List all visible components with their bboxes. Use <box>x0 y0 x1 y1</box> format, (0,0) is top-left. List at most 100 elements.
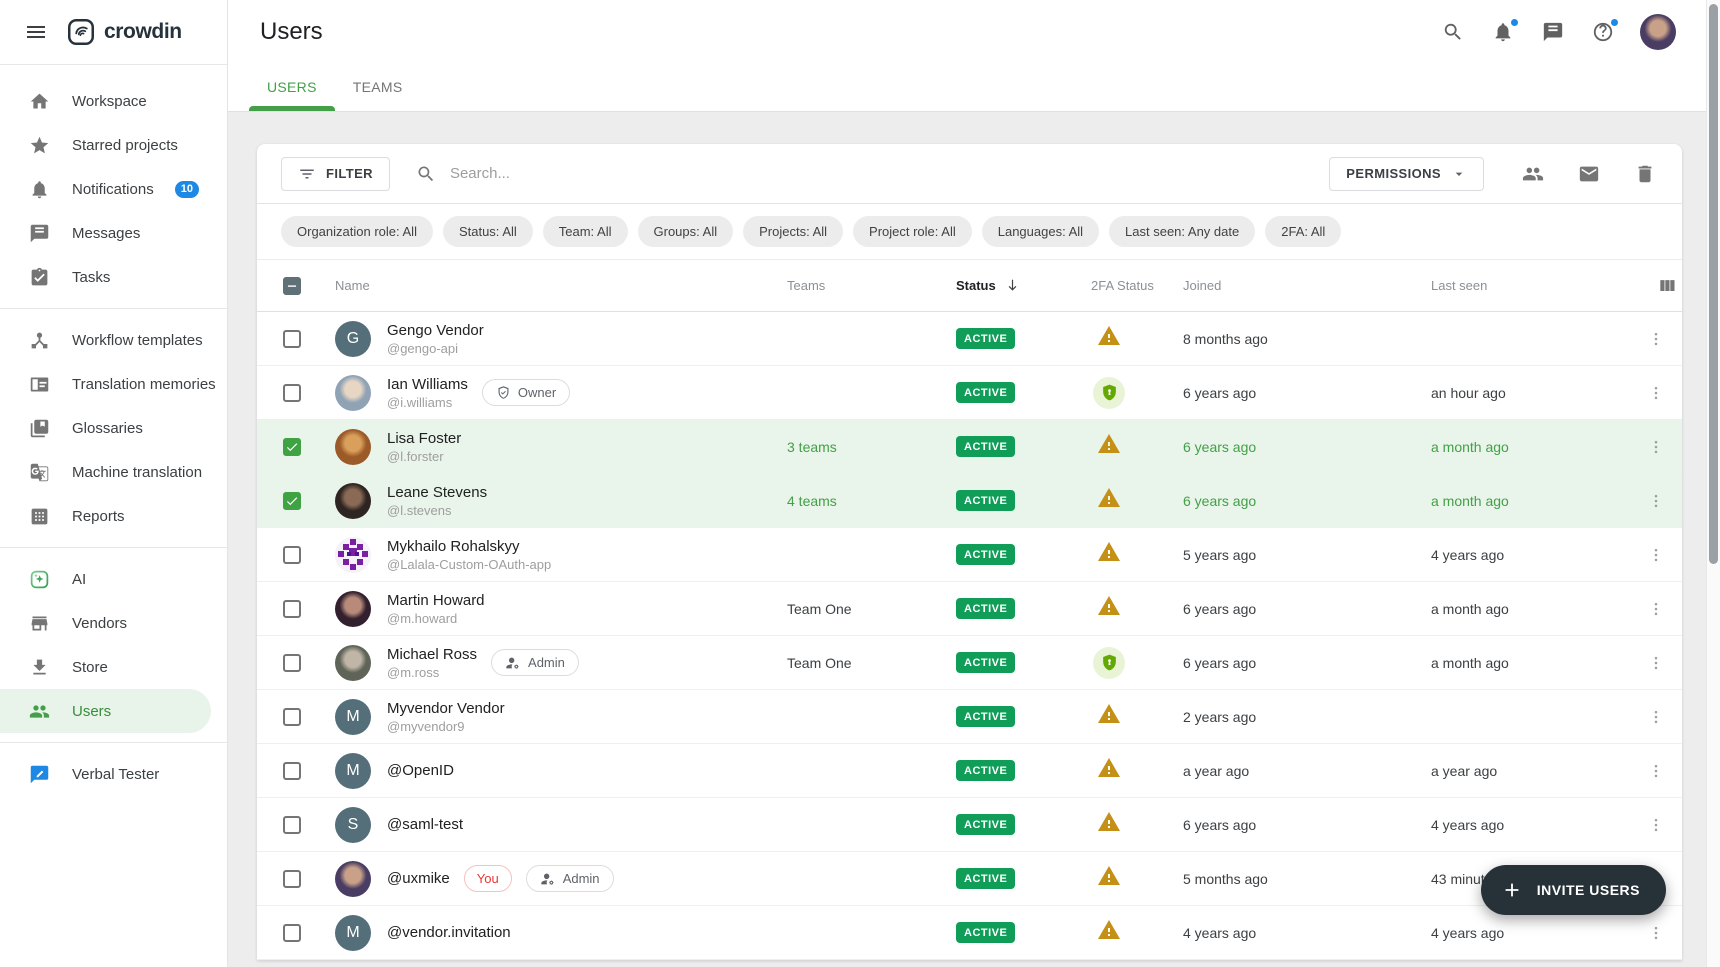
row-checkbox[interactable] <box>283 330 301 348</box>
row-menu-button[interactable] <box>1642 595 1670 623</box>
sidebar-item-tasks[interactable]: Tasks <box>0 255 227 299</box>
select-all-checkbox[interactable] <box>283 277 301 295</box>
help-icon[interactable] <box>1590 19 1616 45</box>
user-cell: M@OpenID <box>313 753 787 789</box>
user-name[interactable]: Martin Howard <box>387 591 485 610</box>
sidebar-item-glossaries[interactable]: Glossaries <box>0 406 227 450</box>
sidebar-item-reports[interactable]: Reports <box>0 494 227 538</box>
permissions-dropdown[interactable]: PERMISSIONS <box>1329 157 1484 191</box>
sidebar-item-workflow-templates[interactable]: Workflow templates <box>0 318 227 362</box>
search-input[interactable] <box>450 165 870 182</box>
row-checkbox[interactable] <box>283 816 301 834</box>
row-checkbox[interactable] <box>283 600 301 618</box>
filter-chip[interactable]: Projects: All <box>743 216 843 247</box>
filter-chip[interactable]: Team: All <box>543 216 628 247</box>
sidebar-item-translation-memories[interactable]: Translation memories <box>0 362 227 406</box>
column-header-2fa[interactable]: 2FA Status <box>1091 278 1183 293</box>
row-menu-button[interactable] <box>1642 433 1670 461</box>
row-checkbox[interactable] <box>283 762 301 780</box>
main-area: Users USERSTEAMS FILTER <box>228 0 1720 967</box>
user-name[interactable]: Lisa Foster <box>387 429 461 448</box>
table-row: M@vendor.invitationACTIVE4 years ago4 ye… <box>257 906 1682 960</box>
column-header-joined[interactable]: Joined <box>1183 278 1431 293</box>
sidebar-item-vendors[interactable]: Vendors <box>0 601 227 645</box>
chat-icon[interactable] <box>1540 19 1566 45</box>
sidebar-item-starred-projects[interactable]: Starred projects <box>0 123 227 167</box>
columns-settings-icon[interactable] <box>1654 273 1680 299</box>
add-to-team-icon[interactable] <box>1520 161 1546 187</box>
user-name[interactable]: Ian Williams <box>387 375 468 394</box>
filter-chip[interactable]: Organization role: All <box>281 216 433 247</box>
user-name[interactable]: @vendor.invitation <box>387 923 511 942</box>
teams-cell[interactable]: Team One <box>787 601 956 617</box>
filter-chip[interactable]: 2FA: All <box>1265 216 1341 247</box>
row-checkbox[interactable] <box>283 924 301 942</box>
row-checkbox[interactable] <box>283 438 301 456</box>
email-icon[interactable] <box>1576 161 1602 187</box>
user-name[interactable]: Myvendor Vendor <box>387 699 505 718</box>
row-checkbox[interactable] <box>283 492 301 510</box>
sidebar-item-notifications[interactable]: Notifications10 <box>0 167 227 211</box>
column-header-teams[interactable]: Teams <box>787 278 956 293</box>
teams-cell[interactable]: 4 teams <box>787 493 956 509</box>
menu-icon[interactable] <box>22 18 50 46</box>
user-name[interactable]: @saml-test <box>387 815 463 834</box>
filter-chip[interactable]: Last seen: Any date <box>1109 216 1255 247</box>
filter-chip[interactable]: Project role: All <box>853 216 972 247</box>
sidebar-item-users[interactable]: Users <box>0 689 211 733</box>
tab-users[interactable]: USERS <box>249 63 335 111</box>
row-menu-button[interactable] <box>1642 757 1670 785</box>
avatar <box>335 375 371 411</box>
sidebar-item-workspace[interactable]: Workspace <box>0 79 227 123</box>
row-checkbox-cell <box>257 924 313 942</box>
bell-icon[interactable] <box>1490 19 1516 45</box>
row-menu-button[interactable] <box>1642 811 1670 839</box>
row-menu-button[interactable] <box>1642 649 1670 677</box>
user-name[interactable]: Mykhailo Rohalskyy <box>387 537 551 556</box>
sidebar-item-messages[interactable]: Messages <box>0 211 227 255</box>
row-menu-button[interactable] <box>1642 919 1670 947</box>
sidebar-item-ai[interactable]: AI <box>0 557 227 601</box>
row-checkbox-cell <box>257 708 313 726</box>
row-menu-button[interactable] <box>1642 541 1670 569</box>
sidebar-item-verbal-tester[interactable]: Verbal Tester <box>0 752 227 796</box>
user-avatar[interactable] <box>1640 14 1676 50</box>
teams-cell[interactable]: 3 teams <box>787 439 956 455</box>
row-menu-button[interactable] <box>1642 325 1670 353</box>
last-seen-cell: a month ago <box>1431 439 1642 455</box>
content: FILTER PERMISSIONS <box>228 112 1720 967</box>
row-checkbox[interactable] <box>283 384 301 402</box>
row-menu-button[interactable] <box>1642 703 1670 731</box>
filter-button[interactable]: FILTER <box>281 157 390 191</box>
column-header-last-seen[interactable]: Last seen <box>1431 278 1642 293</box>
filter-chip[interactable]: Status: All <box>443 216 533 247</box>
filter-chip[interactable]: Groups: All <box>638 216 734 247</box>
column-header-status[interactable]: Status <box>956 277 1091 294</box>
row-checkbox[interactable] <box>283 708 301 726</box>
user-name[interactable]: Michael Ross <box>387 645 477 664</box>
row-checkbox[interactable] <box>283 546 301 564</box>
avatar <box>335 429 371 465</box>
delete-icon[interactable] <box>1632 161 1658 187</box>
search-icon[interactable] <box>1440 19 1466 45</box>
user-name[interactable]: Gengo Vendor <box>387 321 484 340</box>
shield-check-icon <box>496 385 511 400</box>
invite-users-button[interactable]: INVITE USERS <box>1481 865 1666 915</box>
tab-teams[interactable]: TEAMS <box>335 63 421 111</box>
sidebar: crowdin WorkspaceStarred projectsNotific… <box>0 0 228 967</box>
row-checkbox[interactable] <box>283 654 301 672</box>
row-checkbox[interactable] <box>283 870 301 888</box>
row-menu-button[interactable] <box>1642 487 1670 515</box>
admin-badge: Admin <box>526 865 614 892</box>
row-menu-button[interactable] <box>1642 379 1670 407</box>
user-name[interactable]: Leane Stevens <box>387 483 487 502</box>
filter-chip[interactable]: Languages: All <box>982 216 1099 247</box>
crowdin-logo[interactable]: crowdin <box>66 17 182 47</box>
sidebar-item-machine-translation[interactable]: Machine translation <box>0 450 227 494</box>
scrollbar-thumb[interactable] <box>1709 4 1718 564</box>
sidebar-item-store[interactable]: Store <box>0 645 227 689</box>
user-name[interactable]: @OpenID <box>387 761 454 780</box>
teams-cell[interactable]: Team One <box>787 655 956 671</box>
user-name[interactable]: @uxmike <box>387 869 450 888</box>
column-header-name[interactable]: Name <box>313 278 787 293</box>
